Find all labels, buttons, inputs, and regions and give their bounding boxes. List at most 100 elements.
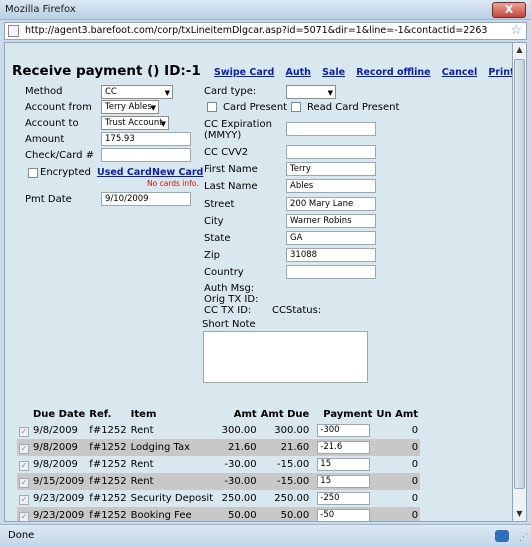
page-title: Receive payment () ID:-1 bbox=[12, 63, 201, 79]
method-select[interactable]: CC ▼ bbox=[101, 85, 173, 99]
bookmark-star-icon[interactable]: ☆ bbox=[510, 23, 522, 38]
amt-due-cell: 21.60 bbox=[258, 439, 312, 456]
payment-input[interactable]: -300 bbox=[317, 424, 371, 437]
amount-input[interactable]: 175.93 bbox=[101, 132, 191, 146]
item-cell: Rent bbox=[130, 425, 154, 436]
cc-cvv2-label: CC CVV2 bbox=[204, 147, 249, 158]
item-cell: Rent bbox=[128, 473, 217, 490]
scrollbar-thumb[interactable] bbox=[514, 59, 525, 489]
cc-cvv2-input[interactable] bbox=[286, 145, 376, 159]
table-row: ✓ 9/8/2009 f#1252 Rent 300.00 300.00 -30… bbox=[17, 422, 420, 439]
payment-input[interactable]: -250 bbox=[317, 492, 371, 505]
check-card-input[interactable] bbox=[101, 148, 191, 162]
card-present-label: Card Present bbox=[223, 102, 288, 113]
cc-expiration-label: CC Expiration bbox=[204, 119, 272, 130]
payment-input[interactable]: 15 bbox=[317, 475, 371, 488]
amt-due-cell: 250.00 bbox=[274, 493, 310, 504]
column-header-payment: Payment bbox=[323, 408, 373, 420]
row-checkbox[interactable]: ✓ bbox=[19, 512, 29, 521]
un-amt-cell: 0 bbox=[374, 473, 421, 490]
first-name-input[interactable]: Terry bbox=[286, 162, 376, 176]
ref-cell: f#1252 bbox=[89, 459, 127, 470]
due-date-cell: 9/23/2009 bbox=[31, 507, 88, 521]
card-type-select[interactable]: ▼ bbox=[286, 85, 336, 99]
read-card-present-checkbox[interactable] bbox=[291, 102, 301, 112]
cancel-link[interactable]: Cancel bbox=[442, 67, 477, 78]
auth-msg-label: Auth Msg: bbox=[204, 283, 255, 294]
last-name-input[interactable]: Ables bbox=[286, 179, 376, 193]
first-name-label: First Name bbox=[204, 164, 258, 175]
un-amt-cell: 0 bbox=[411, 493, 419, 504]
amt-cell: -30.00 bbox=[216, 473, 259, 490]
cc-tx-id-label: CC TX ID: bbox=[204, 305, 252, 316]
payment-cell: -50 bbox=[311, 507, 375, 521]
line-items-table: Due Date Ref. Item Amt Amt Due Payment U… bbox=[17, 406, 421, 521]
amt-due-cell: -15.00 bbox=[277, 459, 310, 470]
account-from-select[interactable]: Terry Ables ▼ bbox=[101, 100, 159, 114]
column-header-due-date: Due Date bbox=[33, 408, 86, 420]
payment-input[interactable]: -50 bbox=[317, 509, 371, 521]
street-input[interactable]: 200 Mary Lane bbox=[286, 197, 376, 211]
row-checkbox[interactable]: ✓ bbox=[19, 427, 29, 437]
vertical-scrollbar[interactable]: ▲ ▼ bbox=[513, 42, 527, 522]
cc-expiration-input[interactable] bbox=[286, 122, 376, 136]
payment-cell: 15 bbox=[311, 473, 375, 490]
state-input[interactable]: GA bbox=[286, 231, 376, 245]
addon-icon[interactable] bbox=[495, 530, 509, 542]
new-card-link[interactable]: New Card bbox=[152, 167, 203, 178]
amount-label: Amount bbox=[25, 134, 65, 145]
payment-cell: -300 bbox=[311, 422, 374, 439]
row-checkbox-cell: ✓ bbox=[17, 422, 31, 439]
encrypted-checkbox[interactable] bbox=[28, 168, 38, 178]
row-checkbox-cell: ✓ bbox=[17, 473, 31, 490]
card-present-checkbox[interactable] bbox=[207, 102, 217, 112]
auth-link[interactable]: Auth bbox=[285, 67, 310, 78]
chevron-down-icon: ▼ bbox=[327, 89, 333, 97]
amt-due-cell: 300.00 bbox=[274, 425, 310, 436]
payment-input[interactable]: 15 bbox=[317, 458, 371, 471]
column-header-ref: Ref. bbox=[89, 408, 112, 420]
column-header-amt: Amt bbox=[233, 408, 257, 420]
country-input[interactable] bbox=[286, 265, 376, 279]
address-url[interactable]: http://agent3.barefoot.com/corp/txLineit… bbox=[25, 25, 487, 36]
resize-grip-icon[interactable]: ⋰ bbox=[519, 533, 528, 543]
pmt-date-label: Pmt Date bbox=[25, 194, 72, 205]
account-to-select[interactable]: Trust Account ▼ bbox=[101, 116, 169, 130]
encrypted-label: Encrypted bbox=[40, 167, 91, 178]
page-icon bbox=[8, 25, 19, 37]
row-checkbox[interactable]: ✓ bbox=[19, 444, 29, 454]
scroll-up-icon[interactable]: ▲ bbox=[513, 43, 526, 57]
row-checkbox[interactable]: ✓ bbox=[19, 461, 29, 471]
record-offline-link[interactable]: Record offline bbox=[356, 67, 430, 78]
due-date-cell: 9/8/2009 bbox=[33, 459, 78, 470]
zip-input[interactable]: 31088 bbox=[286, 248, 376, 262]
method-select-value: CC bbox=[105, 87, 117, 97]
row-checkbox-cell: ✓ bbox=[17, 490, 31, 507]
column-header-amt-due: Amt Due bbox=[260, 408, 310, 420]
read-card-present-label: Read Card Present bbox=[307, 102, 400, 113]
table-row: ✓ 9/23/2009 f#1252 Security Deposit 250.… bbox=[17, 490, 420, 507]
status-bar: Done ⋰ bbox=[0, 524, 531, 547]
item-cell: Security Deposit bbox=[130, 493, 214, 504]
chevron-down-icon: ▼ bbox=[164, 89, 170, 97]
short-note-label: Short Note bbox=[202, 319, 256, 330]
swipe-card-link[interactable]: Swipe Card bbox=[214, 67, 274, 78]
city-label: City bbox=[204, 216, 224, 227]
print-link[interactable]: Print bbox=[488, 67, 512, 78]
country-label: Country bbox=[204, 267, 244, 278]
window-close-button[interactable]: X bbox=[492, 2, 526, 18]
row-checkbox[interactable]: ✓ bbox=[19, 478, 29, 488]
address-bar[interactable]: http://agent3.barefoot.com/corp/txLineit… bbox=[4, 22, 527, 40]
table-row: ✓ 9/8/2009 f#1252 Lodging Tax 21.60 21.6… bbox=[17, 439, 421, 456]
scroll-down-icon[interactable]: ▼ bbox=[513, 507, 526, 521]
sale-link[interactable]: Sale bbox=[322, 67, 345, 78]
pmt-date-input[interactable]: 9/10/2009 bbox=[101, 192, 191, 206]
check-card-label: Check/Card # bbox=[25, 150, 95, 161]
payment-input[interactable]: -21.6 bbox=[317, 441, 371, 454]
table-header-row: Due Date Ref. Item Amt Amt Due Payment U… bbox=[17, 406, 420, 422]
chevron-down-icon: ▼ bbox=[150, 104, 156, 112]
used-card-link[interactable]: Used Card bbox=[97, 167, 152, 178]
row-checkbox[interactable]: ✓ bbox=[19, 495, 29, 505]
short-note-textarea[interactable] bbox=[203, 331, 368, 383]
city-input[interactable]: Warner Robins bbox=[286, 214, 376, 228]
